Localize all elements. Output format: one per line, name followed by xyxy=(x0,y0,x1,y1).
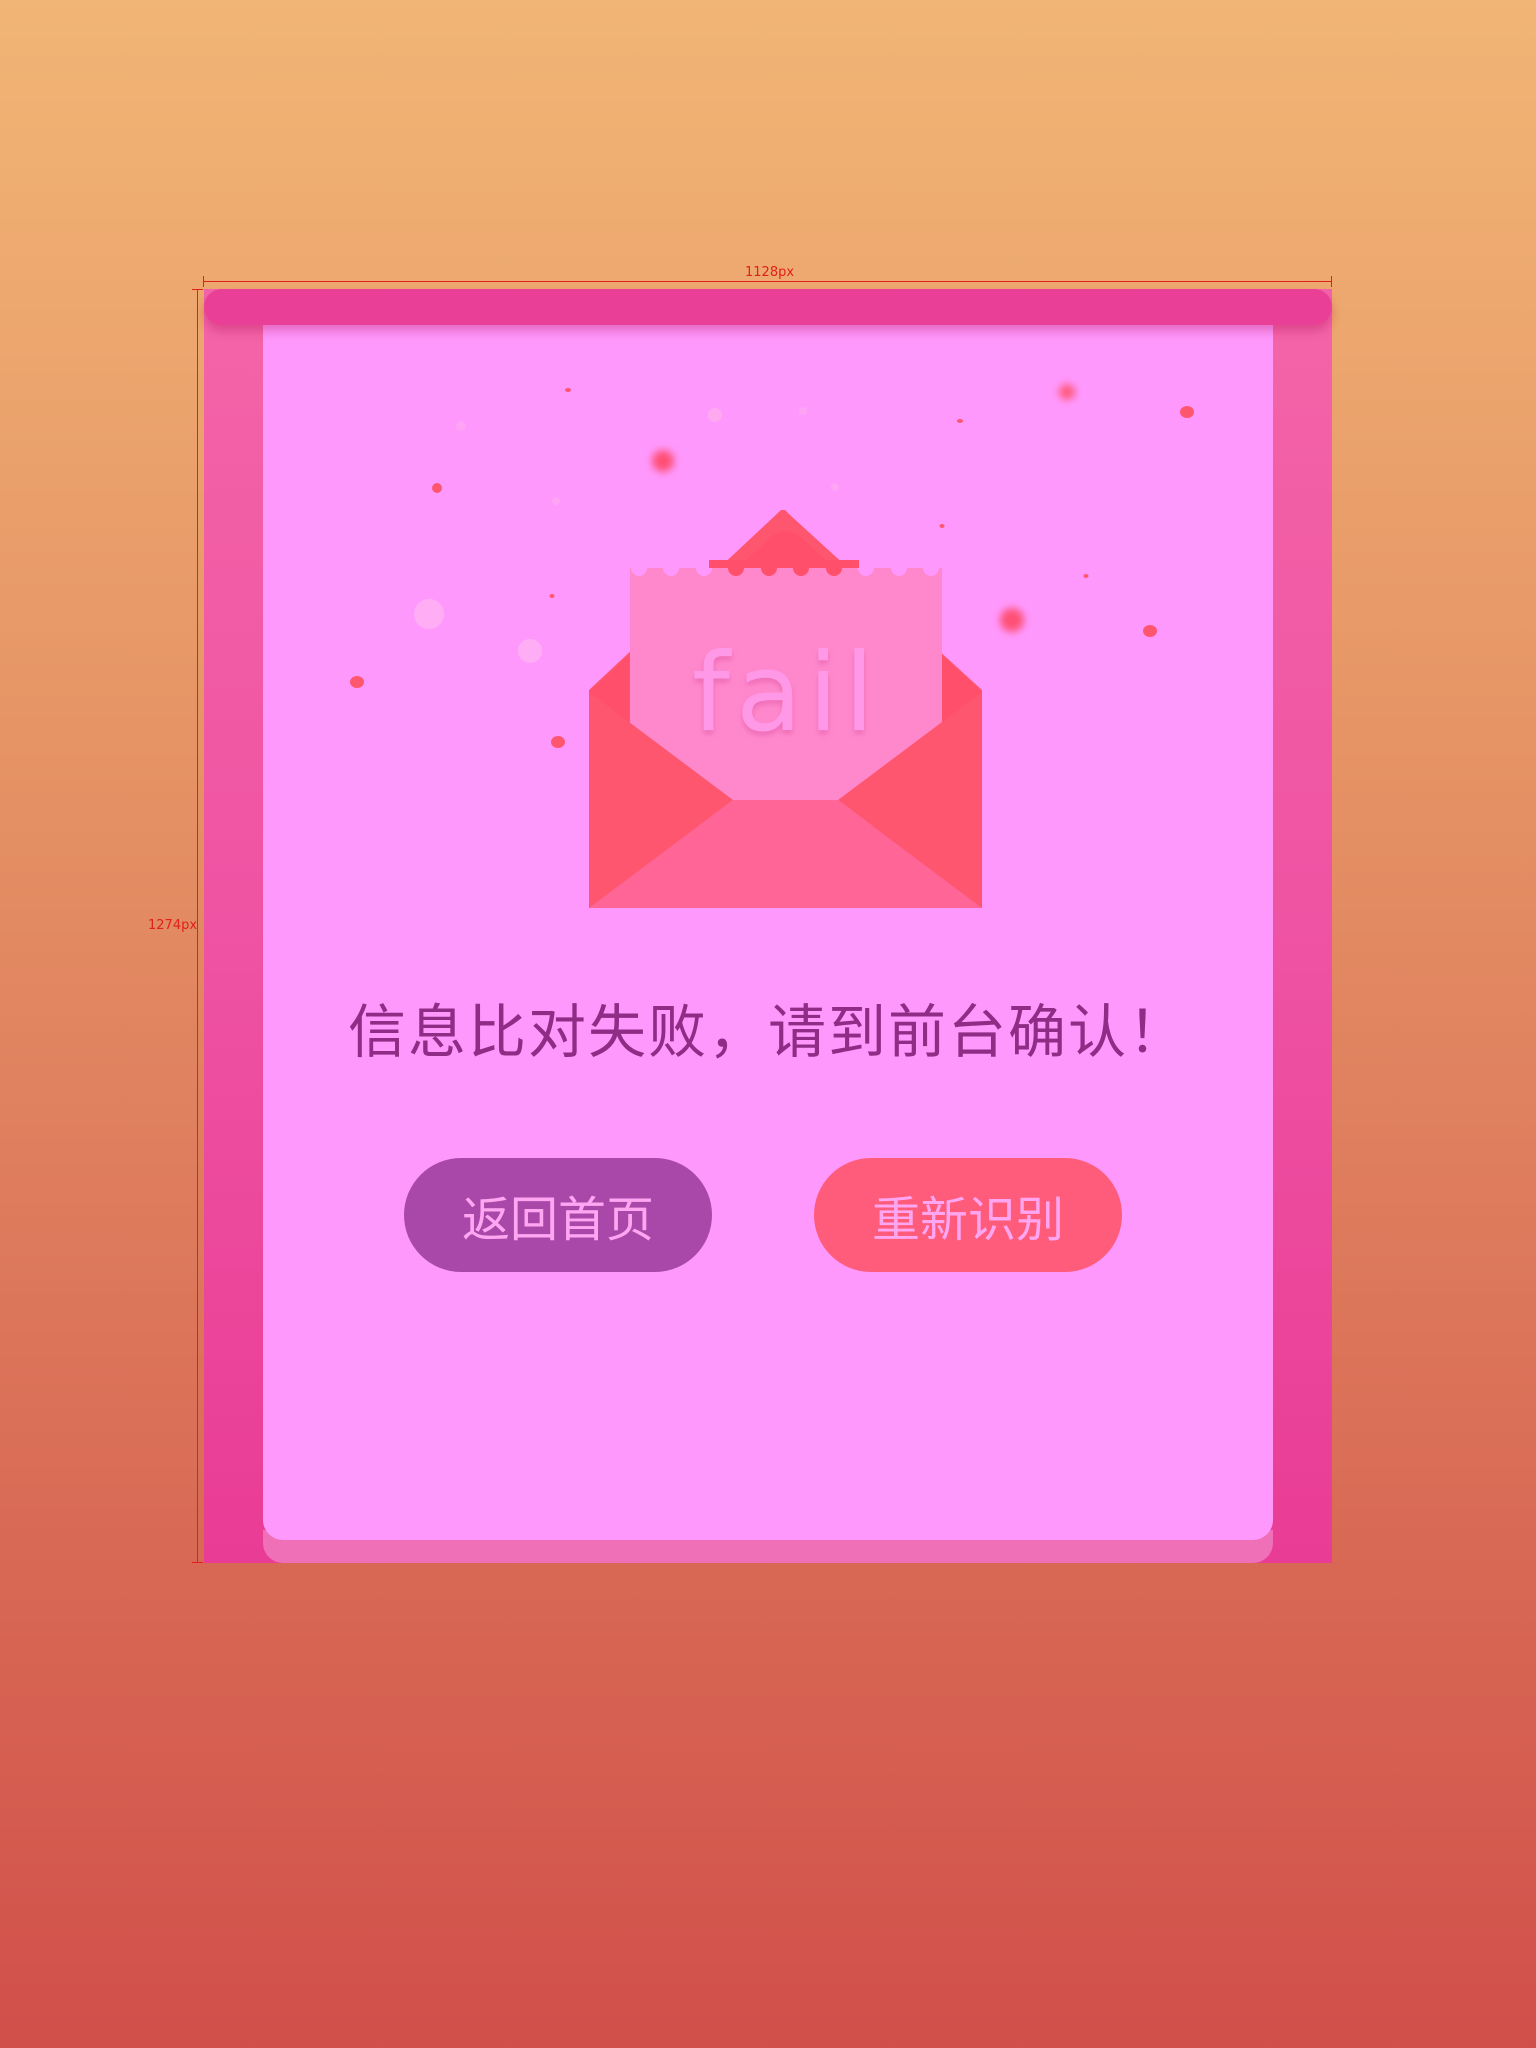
fail-illustration: fail xyxy=(350,384,1194,908)
height-dimension-label: 1274px xyxy=(148,918,198,933)
height-dimension-line xyxy=(197,289,198,1563)
dialog-panel: fail 信息比对失败，请到前台确认！ 返回首页 重新识别 xyxy=(263,320,1273,1540)
retry-recognition-button[interactable]: 重新识别 xyxy=(814,1158,1122,1272)
height-dimension-tick-top xyxy=(192,289,203,290)
dialog-top-bar xyxy=(204,289,1332,325)
fail-card-text: fail xyxy=(692,631,880,756)
height-dimension-tick-bottom xyxy=(192,1562,203,1563)
width-dimension-line xyxy=(203,281,1331,282)
return-home-button[interactable]: 返回首页 xyxy=(404,1158,712,1272)
status-message: 信息比对失败，请到前台确认！ xyxy=(347,998,1188,1066)
width-dimension-tick-right xyxy=(1331,276,1332,287)
width-dimension-tick-left xyxy=(203,276,204,287)
width-dimension-label: 1128px xyxy=(745,265,795,280)
